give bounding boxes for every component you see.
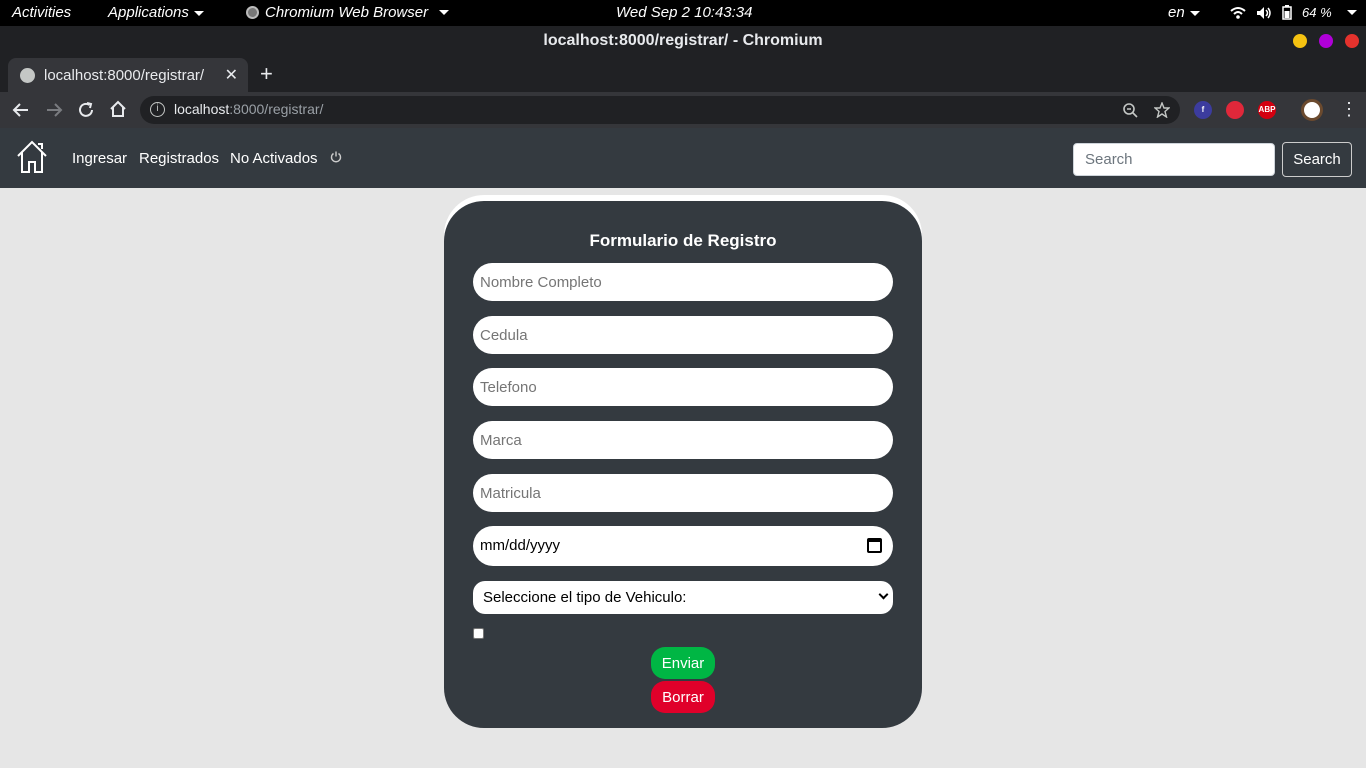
chevron-down-icon [193,10,204,16]
battery-level: 64 % [1302,5,1332,20]
clock[interactable]: Wed Sep 2 10:43:34 [616,4,753,21]
registration-form: Formulario de Registro mm/dd/yyyy Selecc… [444,201,922,728]
chromium-icon [246,6,259,19]
nav-ingresar[interactable]: Ingresar [72,150,127,167]
full-name-field[interactable] [473,263,893,301]
date-placeholder: mm/dd/yyyy [480,537,561,554]
home-logo-icon[interactable] [16,140,48,174]
battery-icon [1282,5,1292,20]
maximize-button[interactable] [1319,34,1333,48]
phone-field[interactable] [473,368,893,406]
profile-avatar[interactable] [1301,99,1323,121]
nav-registrados[interactable]: Registrados [139,150,219,167]
app-menu[interactable]: Chromium Web Browser [246,4,450,21]
close-window-button[interactable] [1345,34,1359,48]
search-button[interactable]: Search [1282,142,1352,177]
new-tab-button[interactable]: + [260,61,273,87]
chevron-down-icon [439,10,450,15]
search-input[interactable] [1073,143,1275,176]
system-tray[interactable]: 64 % [1230,5,1357,20]
extension-red-icon[interactable] [1226,101,1244,119]
wifi-icon [1230,6,1246,19]
plate-field[interactable] [473,474,893,512]
close-tab-icon[interactable]: ✕ [225,65,238,85]
language-indicator[interactable]: en [1168,4,1200,21]
vehicle-type-select[interactable]: Seleccione el tipo de Vehiculo: [473,581,893,614]
browser-toolbar: i localhost:8000/registrar/ f ABP ⋮ [0,92,1366,128]
volume-icon [1257,6,1271,19]
adblock-icon[interactable]: ABP [1258,101,1276,119]
window-title: localhost:8000/registrar/ - Chromium [543,32,823,49]
form-title: Formulario de Registro [589,231,777,250]
forward-icon[interactable] [45,101,63,119]
activities-button[interactable]: Activities [12,4,71,21]
system-top-bar: Activities Applications Chromium Web Bro… [0,0,1366,26]
language-label: en [1168,4,1185,21]
reload-icon[interactable] [77,101,95,119]
checkbox[interactable] [473,628,484,639]
reset-button[interactable]: Borrar [651,681,715,713]
tab-strip: localhost:8000/registrar/ ✕ [0,56,1366,92]
tab-registrar[interactable]: localhost:8000/registrar/ ✕ [8,58,248,92]
tab-label: localhost:8000/registrar/ [44,66,205,84]
url-host: localhost [174,101,230,117]
site-info-icon[interactable]: i [150,102,165,117]
applications-label: Applications [108,4,189,21]
cedula-field[interactable] [473,316,893,354]
app-navbar: Ingresar Registrados No Activados Search [0,128,1366,188]
chevron-down-icon [1346,10,1357,15]
app-menu-label: Chromium Web Browser [265,4,429,21]
chevron-down-icon [1189,10,1200,16]
bookmark-star-icon[interactable] [1154,102,1170,118]
minimize-button[interactable] [1293,34,1307,48]
url-text: localhost:8000/registrar/ [174,101,323,117]
chevron-down-icon [878,589,889,600]
date-field[interactable]: mm/dd/yyyy [473,526,893,566]
globe-icon [20,67,35,83]
nav-no-activados[interactable]: No Activados [230,150,318,167]
calendar-icon[interactable] [867,538,882,553]
brand-field[interactable] [473,421,893,459]
power-icon[interactable] [330,151,342,163]
applications-menu[interactable]: Applications [108,4,204,21]
submit-button[interactable]: Enviar [651,647,715,679]
browser-menu-icon[interactable]: ⋮ [1340,99,1358,120]
url-path: :8000/registrar/ [229,101,324,117]
vehicle-type-selected: Seleccione el tipo de Vehiculo: [483,589,687,606]
address-bar[interactable]: i localhost:8000/registrar/ [140,96,1180,124]
zoom-icon[interactable] [1123,103,1138,118]
window-title-bar[interactable]: localhost:8000/registrar/ - Chromium [0,26,1366,56]
extension-f-icon[interactable]: f [1194,101,1212,119]
back-icon[interactable] [12,101,30,119]
home-icon[interactable] [109,100,127,118]
